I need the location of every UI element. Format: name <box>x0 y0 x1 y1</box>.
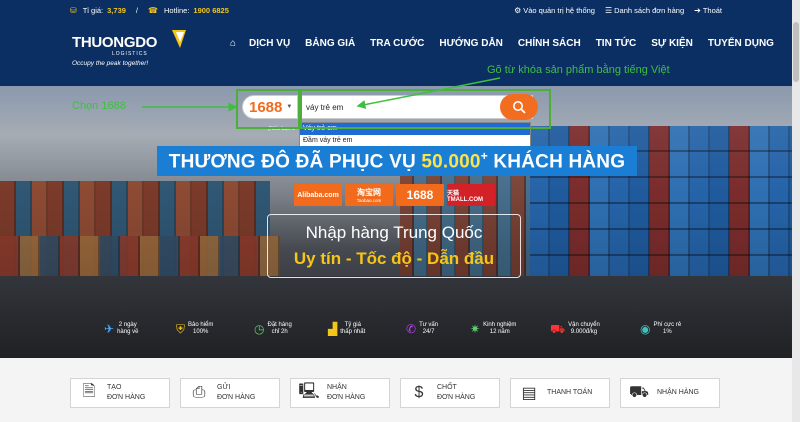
list-icon: ☰ <box>604 5 613 15</box>
feature-item: ▟ Tỷ giá thấp nhất <box>328 321 366 336</box>
step-receive-goods[interactable]: ⛟ NHẬN HÀNG <box>620 378 720 408</box>
alibaba-logo[interactable]: Alibaba.com <box>294 184 342 206</box>
customers-banner: THƯƠNG ĐÔ ĐÃ PHỤC VỤ 50.000+ KHÁCH HÀNG <box>157 146 637 176</box>
nav-item-huong-dan[interactable]: HƯỚNG DẪN <box>439 38 503 49</box>
nav-item-chinh-sach[interactable]: CHÍNH SÁCH <box>518 38 581 49</box>
chart-icon: ▟ <box>328 321 338 336</box>
step-send-order[interactable]: ⎙ GỬI ĐƠN HÀNG <box>180 378 280 408</box>
headset-icon: ☎ <box>148 5 158 15</box>
annotation-text-left: Chọn 1688 <box>72 100 126 112</box>
shield-icon: ⛨ <box>176 321 186 336</box>
nav-item-su-kien[interactable]: SỰ KIỆN <box>651 38 693 49</box>
step-create-order[interactable]: 🗎 TẠO ĐƠN HÀNG <box>70 378 170 408</box>
logo-mark-icon <box>172 30 186 48</box>
delivery-truck-icon: ⛟ <box>628 384 650 401</box>
exchange-rate-label: Tỉ giá: <box>82 5 104 15</box>
feature-item: ◷ Đặt hàng chỉ 2h <box>254 321 292 336</box>
home-icon[interactable]: ⌂ <box>230 38 236 49</box>
nav-item-tra-cuoc[interactable]: TRA CƯỚC <box>370 38 424 49</box>
nav-item-tuyen-dung[interactable]: TUYỂN DỤNG <box>708 38 774 49</box>
nav-item-tin-tuc[interactable]: TIN TỨC <box>596 38 637 49</box>
coins-icon: ⛁ <box>70 5 77 15</box>
plane-icon: ✈ <box>104 321 115 336</box>
topbar-left: ⛁ Tỉ giá: 3,739 / ☎ Hotline: 1900 6825 <box>70 6 229 15</box>
logo-sub: LOGISTICS <box>112 51 148 57</box>
orders-list-link[interactable]: ☰ Danh sách đơn hàng <box>605 6 684 15</box>
taobao-logo[interactable]: 淘宝网 Taobao.com <box>345 184 393 206</box>
hero-tagline-box: Nhập hàng Trung Quốc Uy tín - Tốc độ - D… <box>267 214 521 278</box>
dashboard-icon: ⚙ <box>514 5 522 15</box>
money-icon: $ <box>414 384 424 401</box>
feature-item: ✷ Kinh nghiệm 12 năm <box>470 321 517 336</box>
nav-item-dich-vu[interactable]: DỊCH VỤ <box>249 38 290 49</box>
separator: / <box>135 5 139 15</box>
feature-item: ✆ Tư vấn 24/7 <box>406 321 439 336</box>
coin-icon: ◉ <box>640 321 651 336</box>
hero-tagline-line1: Nhập hàng Trung Quốc <box>305 223 483 242</box>
1688-logo[interactable]: 1688 <box>396 184 444 206</box>
phone-icon: ✆ <box>406 321 417 336</box>
nav-item-bang-gia[interactable]: BẢNG GIÁ <box>305 38 355 49</box>
annotation-text-right: Gõ từ khóa sản phẩm bằng tiếng Việt <box>487 64 670 76</box>
annotation-box-search <box>300 89 551 129</box>
annotation-box-platform <box>236 89 300 129</box>
tmall-logo[interactable]: 天猫 TMALL.COM <box>447 184 495 206</box>
logout-link[interactable]: ➔ Thoát <box>694 6 722 15</box>
feature-item: ✈ 2 ngày hàng về <box>104 321 139 336</box>
hotline-value[interactable]: 1900 6825 <box>193 6 228 15</box>
logout-icon: ➔ <box>694 5 701 15</box>
feature-item: ⛟ Vận chuyển 9.000đ/kg <box>550 321 600 336</box>
admin-link[interactable]: ⚙ Vào quản trị hệ thống <box>514 6 595 15</box>
card-icon: ▤ <box>521 385 537 402</box>
logo-slogan: Occupy the peak together! <box>72 60 149 67</box>
feature-item: ◉ Phí cực rẻ 1% <box>640 321 682 336</box>
banner-text: THƯƠNG ĐÔ ĐÃ PHỤC VỤ 50.000+ KHÁCH HÀNG <box>168 148 626 173</box>
document-icon: 🗎 <box>82 382 96 400</box>
top-bar: ⛁ Tỉ giá: 3,739 / ☎ Hotline: 1900 6825 ⚙… <box>0 0 800 20</box>
topbar-right: ⚙ Vào quản trị hệ thống ☰ Danh sách đơn hà… <box>514 6 722 15</box>
logo[interactable]: THUONGDO LOGISTICS Occupy the peak toget… <box>72 30 192 74</box>
scrollbar[interactable] <box>792 0 800 422</box>
clock-icon: ◷ <box>254 321 265 336</box>
hero-tagline-line2: Uy tín - Tốc độ - Dẫn đầu <box>293 249 495 268</box>
step-receive-order[interactable]: 🖳 NHẬN ĐƠN HÀNG <box>290 378 390 408</box>
step-confirm-order[interactable]: $ CHỐT ĐƠN HÀNG <box>400 378 500 408</box>
main-header: THUONGDO LOGISTICS Occupy the peak toget… <box>0 20 800 101</box>
exchange-rate-value: 3,739 <box>107 5 126 15</box>
order-steps: 🗎 TẠO ĐƠN HÀNG ⎙ GỬI ĐƠN HÀNG 🖳 NHẬN ĐƠN HÀNG … <box>0 358 800 422</box>
hotline-label: Hotline: <box>163 5 190 15</box>
main-menu: ⌂ DỊCH VỤ BẢNG GIÁ TRA CƯỚC HƯỚNG DẪN CH… <box>230 38 789 49</box>
send-icon: ⎙ <box>192 384 206 401</box>
scrollbar-thumb[interactable] <box>793 22 799 82</box>
star-icon: ✷ <box>470 321 481 336</box>
platform-logos: Alibaba.com 淘宝网 Taobao.com 1688 天猫 TMALL.… <box>294 184 495 206</box>
truck-icon: ⛟ <box>550 321 566 336</box>
step-payment[interactable]: ▤ THANH TOÁN <box>510 378 610 408</box>
feature-item: ⛨ Bảo hiểm 100% <box>176 321 214 336</box>
cart-icon: 🖳 <box>298 382 320 400</box>
